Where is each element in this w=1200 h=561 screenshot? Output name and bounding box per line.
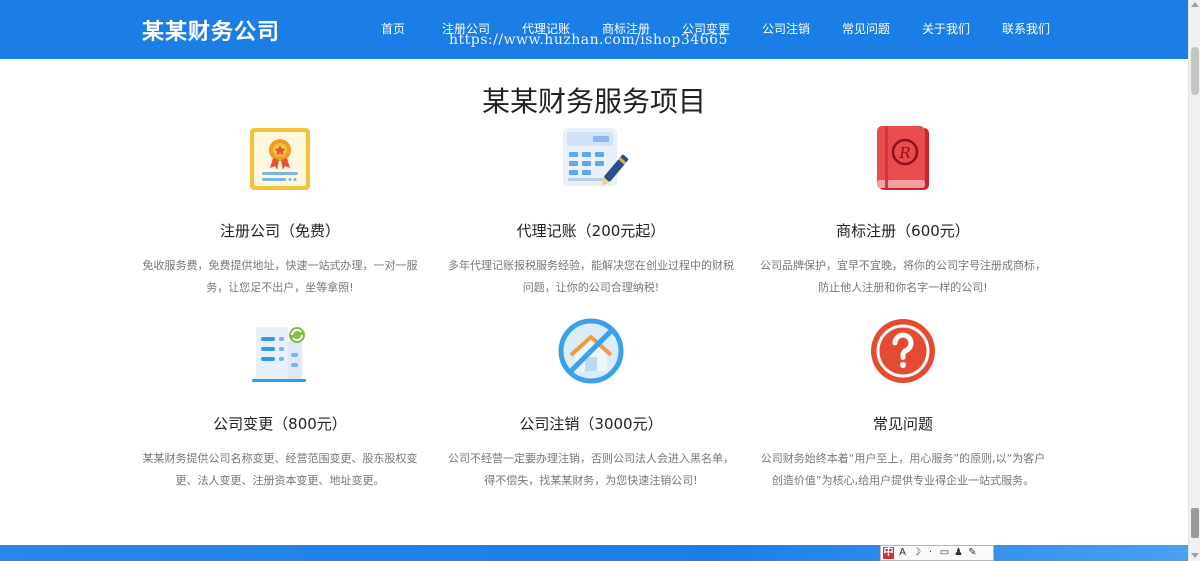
question-icon — [871, 319, 935, 383]
service-description: 多年代理记账报税服务经验，能解决您在创业过程中的财税问题，让你的公司合理纳税! — [448, 259, 734, 294]
service-title: 注册公司（免费） — [219, 222, 340, 240]
calculator-icon — [563, 128, 629, 186]
section-title: 某某财务服务项目 — [481, 85, 706, 118]
service-description: 免收服务费，免费提供地址，快速一站式办理，一对一服务，让您足不出户，坐等拿照! — [142, 259, 418, 294]
ime-keyboard-icon[interactable]: ▭ — [939, 547, 950, 559]
nav-trademark[interactable]: 商标注册 — [586, 0, 666, 59]
service-card-bookkeeping[interactable]: 代理记账（200元起） 多年代理记账报税服务经验，能解决您在创业过程中的财税问题… — [446, 120, 736, 299]
scroll-down-arrow-icon[interactable] — [1191, 553, 1199, 558]
service-description: 某某财务提供公司名称变更、经营范围变更、股东股权变更、法人变更、注册资本变更、地… — [142, 452, 418, 487]
service-card-change[interactable]: 公司变更（800元） 某某财务提供公司名称变更、经营范围变更、股东股权变更、法人… — [135, 313, 425, 492]
service-description: 公司品牌保护，宜早不宜晚，将你的公司字号注册成商标，防止他人注册和你名字一样的公… — [760, 259, 1046, 294]
nav-register-company[interactable]: 注册公司 — [426, 0, 506, 59]
certificate-icon — [250, 128, 310, 190]
service-description: 公司不经营一定要办理注销，否则公司法人会进入黑名单，得不偿失，找某某财务，为您快… — [448, 452, 734, 487]
building-change-icon — [252, 327, 306, 382]
ime-tools-icon[interactable]: ✎ — [967, 547, 978, 559]
ime-moon-icon[interactable]: ☽ — [911, 547, 922, 559]
nav-about[interactable]: 关于我们 — [906, 0, 986, 59]
service-title: 公司注销（3000元） — [519, 415, 663, 433]
service-card-register[interactable]: 注册公司（免费） 免收服务费，免费提供地址，快速一站式办理，一对一服务，让您足不… — [135, 120, 425, 299]
ime-letter-icon[interactable]: A — [897, 547, 908, 559]
scrollbar-thumb[interactable] — [1191, 47, 1199, 95]
service-description: 公司财务始终本着“用户至上，用心服务”的原则,以“为客户创造价值”为核心,给用户… — [760, 452, 1046, 487]
ime-toolbar[interactable]: 中 A ☽ · ▭ ♟ ✎ — [880, 545, 994, 561]
service-card-trademark[interactable]: R 商标注册（600元） 公司品牌保护，宜早不宜晚，将你的公司字号注册成商标，防… — [758, 120, 1048, 299]
service-card-cancel[interactable]: 公司注销（3000元） 公司不经营一定要办理注销，否则公司法人会进入黑名单，得不… — [446, 313, 736, 492]
top-header: 某某财务公司 首页 注册公司 代理记账 商标注册 公司变更 公司注销 常见问题 … — [0, 0, 1188, 59]
house-cancel-icon — [558, 318, 624, 384]
service-title: 代理记账（200元起） — [516, 222, 666, 240]
vertical-scrollbar[interactable] — [1188, 0, 1200, 561]
site-logo[interactable]: 某某财务公司 — [142, 14, 280, 46]
nav-contact[interactable]: 联系我们 — [986, 0, 1066, 59]
nav-bookkeeping[interactable]: 代理记账 — [506, 0, 586, 59]
scroll-up-arrow-icon[interactable] — [1191, 2, 1199, 7]
nav-faq[interactable]: 常见问题 — [826, 0, 906, 59]
page: 某某财务公司 首页 注册公司 代理记账 商标注册 公司变更 公司注销 常见问题 … — [0, 0, 1200, 561]
service-title: 商标注册（600元） — [836, 222, 970, 240]
svg-text:R: R — [898, 144, 910, 162]
footer-strip — [0, 545, 1188, 561]
nav-company-change[interactable]: 公司变更 — [666, 0, 746, 59]
nav-home[interactable]: 首页 — [360, 0, 426, 59]
nav-company-cancel[interactable]: 公司注销 — [746, 0, 826, 59]
service-card-faq[interactable]: 常见问题 公司财务始终本着“用户至上，用心服务”的原则,以“为客户创造价值”为核… — [758, 313, 1048, 492]
trademark-book-icon: R — [877, 126, 929, 190]
scrollbar-marker — [1191, 508, 1199, 538]
watermark-url: https://www.huzhan.com/ishop34665 — [449, 32, 728, 48]
ime-chinese-mode-icon[interactable]: 中 — [883, 547, 894, 559]
main-nav: 首页 注册公司 代理记账 商标注册 公司变更 公司注销 常见问题 关于我们 联系… — [360, 0, 1066, 59]
service-title: 公司变更（800元） — [213, 415, 347, 433]
service-title: 常见问题 — [872, 415, 933, 433]
ime-user-icon[interactable]: ♟ — [953, 547, 964, 559]
ime-punctuation-icon[interactable]: · — [925, 547, 936, 559]
